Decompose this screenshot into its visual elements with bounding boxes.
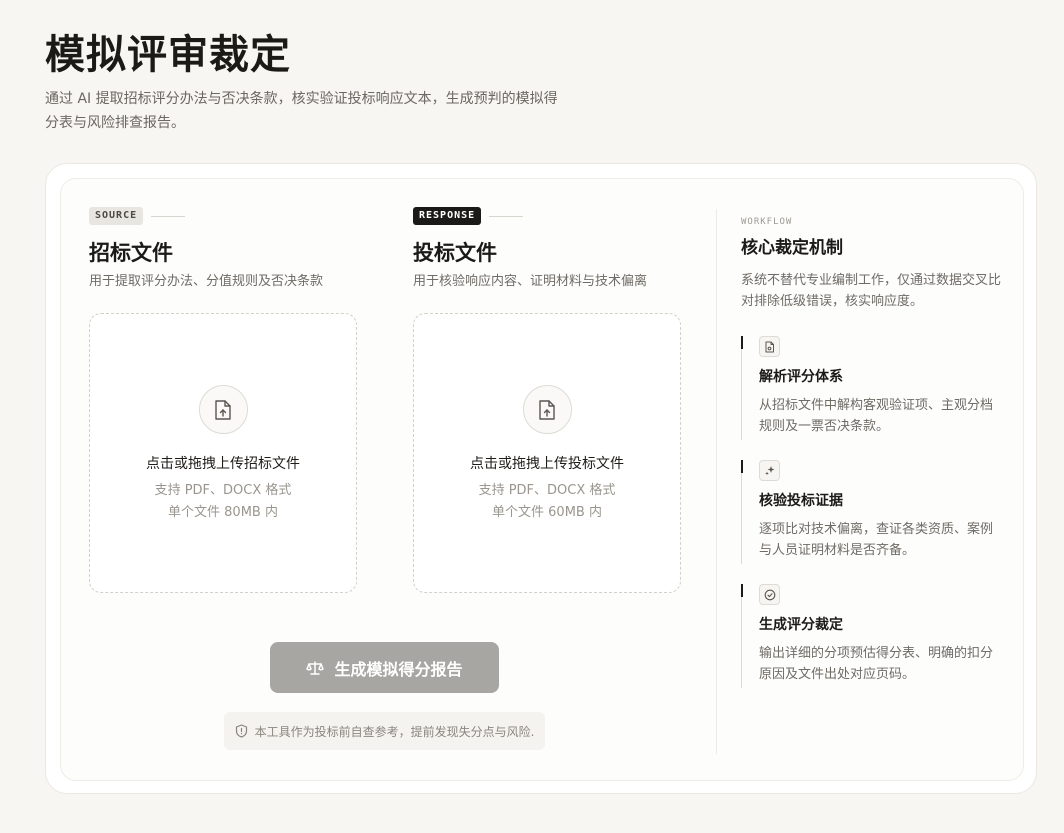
source-tag: SOURCE [89, 207, 144, 225]
upload-panel: SOURCE 招标文件 用于提取评分办法、分值规则及否决条款 点击或拖拽上传招标… [60, 178, 1024, 781]
document-icon [759, 336, 780, 357]
workflow-step: 生成评分裁定 输出详细的分项预估得分表、明确的扣分原因及文件出处对应页码。 [741, 584, 1001, 688]
source-subtitle: 用于提取评分办法、分值规则及否决条款 [89, 274, 324, 289]
source-size-hint: 单个文件 80MB 内 [168, 505, 278, 520]
step-title: 核验投标证据 [759, 493, 843, 509]
response-tag: RESPONSE [413, 207, 482, 225]
step-title: 生成评分裁定 [759, 617, 843, 633]
response-subtitle: 用于核验响应内容、证明材料与技术偏离 [413, 274, 648, 289]
response-tag-row: RESPONSE [413, 207, 681, 225]
sparkle-icon [759, 460, 780, 481]
check-circle-icon [759, 584, 780, 605]
tag-divider [151, 215, 186, 217]
response-column: RESPONSE 投标文件 用于核验响应内容、证明材料与技术偏离 点击或拖拽上传… [413, 207, 681, 593]
source-tag-row: SOURCE [89, 207, 357, 225]
step-description: 从招标文件中解构客观验证项、主观分档规则及一票否决条款。 [759, 398, 994, 434]
shield-icon [235, 724, 248, 738]
response-size-hint: 单个文件 60MB 内 [492, 505, 602, 520]
response-dropzone[interactable]: 点击或拖拽上传投标文件 支持 PDF、DOCX 格式 单个文件 60MB 内 [413, 313, 681, 593]
workflow-step: 解析评分体系 从招标文件中解构客观验证项、主观分档规则及一票否决条款。 [741, 336, 1001, 440]
response-format-hint: 支持 PDF、DOCX 格式 [478, 483, 616, 498]
workflow-panel: WORKFLOW 核心裁定机制 系统不替代专业编制工作，仅通过数据交叉比对排除低… [741, 217, 1001, 688]
response-title: 投标文件 [413, 240, 497, 265]
step-description: 逐项比对技术偏离，查证各类资质、案例与人员证明材料是否齐备。 [759, 522, 994, 558]
column-divider [716, 209, 717, 754]
workflow-steps: 解析评分体系 从招标文件中解构客观验证项、主观分档规则及一票否决条款。 核验投标… [741, 336, 1001, 688]
source-dropzone[interactable]: 点击或拖拽上传招标文件 支持 PDF、DOCX 格式 单个文件 80MB 内 [89, 313, 357, 593]
upload-file-icon [522, 385, 572, 434]
source-dropzone-hint: 支持 PDF、DOCX 格式 单个文件 80MB 内 [155, 480, 292, 524]
disclaimer-note: 本工具作为投标前自查参考，提前发现失分点与风险. [224, 712, 545, 750]
scale-icon [306, 660, 325, 676]
page-description: 通过 AI 提取招标评分办法与否决条款，核实验证投标响应文本，生成预判的模拟得分… [45, 91, 558, 131]
response-dropzone-label: 点击或拖拽上传投标文件 [470, 456, 624, 472]
workflow-step: 核验投标证据 逐项比对技术偏离，查证各类资质、案例与人员证明材料是否齐备。 [741, 460, 1001, 564]
tag-divider [489, 215, 524, 217]
source-format-hint: 支持 PDF、DOCX 格式 [154, 483, 292, 498]
generate-report-button[interactable]: 生成模拟得分报告 [270, 642, 499, 693]
disclaimer-text: 本工具作为投标前自查参考，提前发现失分点与风险. [254, 724, 535, 739]
source-column: SOURCE 招标文件 用于提取评分办法、分值规则及否决条款 点击或拖拽上传招标… [89, 207, 357, 593]
response-dropzone-hint: 支持 PDF、DOCX 格式 单个文件 60MB 内 [479, 480, 616, 524]
upload-file-icon [198, 385, 248, 434]
workflow-description: 系统不替代专业编制工作，仅通过数据交叉比对排除低级错误，核实响应度。 [741, 273, 1002, 309]
main-card: SOURCE 招标文件 用于提取评分办法、分值规则及否决条款 点击或拖拽上传招标… [45, 163, 1037, 794]
page-title: 模拟评审裁定 [45, 31, 291, 78]
step-title: 解析评分体系 [759, 369, 843, 385]
workflow-title: 核心裁定机制 [741, 238, 843, 258]
source-title: 招标文件 [89, 240, 173, 265]
step-description: 输出详细的分项预估得分表、明确的扣分原因及文件出处对应页码。 [759, 646, 994, 682]
workflow-label: WORKFLOW [741, 217, 793, 227]
generate-button-label: 生成模拟得分报告 [334, 661, 463, 679]
source-dropzone-label: 点击或拖拽上传招标文件 [146, 456, 300, 472]
